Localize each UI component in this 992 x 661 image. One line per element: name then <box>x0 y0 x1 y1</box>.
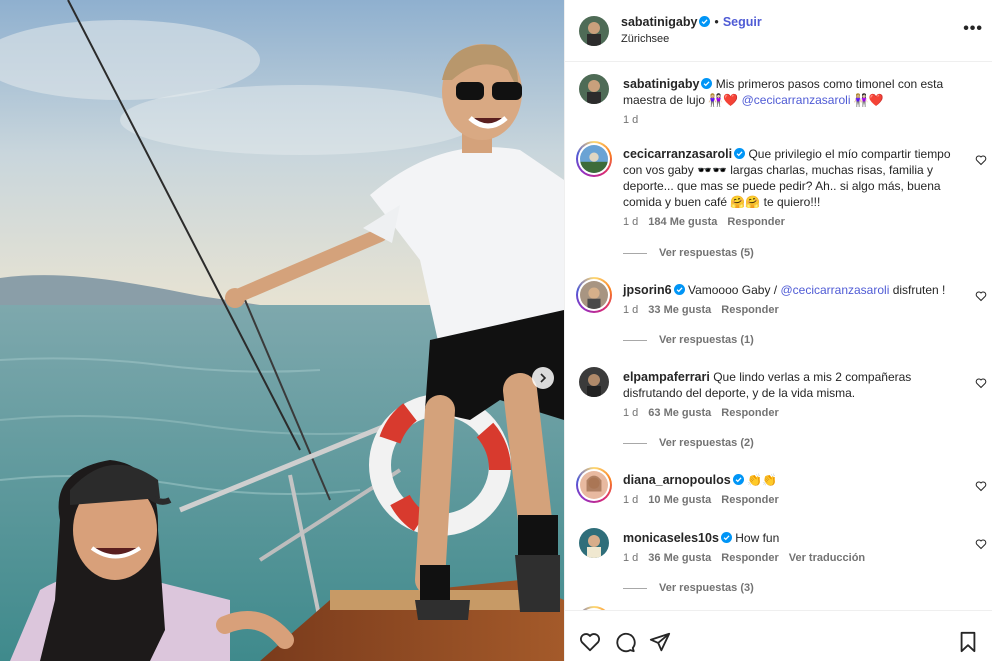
like-comment-icon[interactable] <box>975 290 987 302</box>
next-photo-button[interactable] <box>532 367 554 389</box>
view-replies-label: Ver respuestas (3) <box>659 582 754 594</box>
caption-time: 1 d <box>623 114 639 126</box>
like-comment-icon[interactable] <box>975 480 987 492</box>
like-comment-icon[interactable] <box>975 538 987 550</box>
post-header: sabatinigaby • Seguir Zürichsee ••• <box>565 0 992 62</box>
view-replies-button[interactable]: Ver respuestas (1) <box>623 334 754 346</box>
view-replies-button[interactable]: Ver respuestas (2) <box>623 437 754 449</box>
caption-mention[interactable]: @cecicarranzasaroli <box>742 93 851 107</box>
bookmark-icon[interactable] <box>957 631 979 653</box>
translate-button[interactable]: Ver traducción <box>789 552 865 564</box>
verified-badge-icon <box>673 284 685 295</box>
comment-body-end: disfruten ! <box>889 283 946 297</box>
verified-badge-icon <box>720 532 732 543</box>
caption-body-end: 👩🏼‍🤝‍👩🏻❤️ <box>850 93 884 107</box>
caption-username[interactable]: sabatinigaby <box>623 77 699 91</box>
comment-likes[interactable]: 36 Me gusta <box>648 552 711 564</box>
comment-username[interactable]: cecicarranzasaroli <box>623 147 732 161</box>
verified-badge-icon <box>701 78 713 89</box>
comment-time: 1 d <box>623 304 639 316</box>
comment-time: 1 d <box>623 552 639 564</box>
author-line: sabatinigaby • Seguir <box>621 15 762 29</box>
comment-icon[interactable] <box>614 631 636 653</box>
comment-text: jpsorin6 Vamoooo Gaby / @cecicarranzasar… <box>623 282 953 298</box>
author-username[interactable]: sabatinigaby <box>621 15 697 29</box>
caption-meta: 1 d <box>623 114 648 126</box>
location-link[interactable]: Zürichsee <box>621 33 669 45</box>
view-replies-label: Ver respuestas (1) <box>659 334 754 346</box>
post-side-panel: sabatinigaby • Seguir Zürichsee ••• sabati… <box>564 0 992 661</box>
reply-button[interactable]: Responder <box>721 407 778 419</box>
verified-badge-icon <box>699 16 711 27</box>
reply-button[interactable]: Responder <box>721 494 778 506</box>
comment-meta: 1 d 10 Me gusta Responder <box>623 494 789 506</box>
author-avatar[interactable] <box>579 16 609 46</box>
reply-button[interactable]: Responder <box>721 552 778 564</box>
replies-line <box>623 252 647 254</box>
comment-username[interactable]: jpsorin6 <box>623 283 672 297</box>
like-comment-icon[interactable] <box>975 377 987 389</box>
comment-text: cecicarranzasaroli Que privilegio el mío… <box>623 146 953 210</box>
verified-badge-icon <box>734 148 746 159</box>
replies-line <box>623 339 647 341</box>
post-actions <box>565 610 992 661</box>
comment-meta: 1 d 36 Me gusta Responder Ver traducción <box>623 552 875 564</box>
like-comment-icon[interactable] <box>975 154 987 166</box>
caption-text: sabatinigaby Mis primeros pasos como tim… <box>623 76 953 108</box>
verified-badge-icon <box>732 474 744 485</box>
comment-likes[interactable]: 33 Me gusta <box>648 304 711 316</box>
share-icon[interactable] <box>649 631 671 653</box>
reply-button[interactable]: Responder <box>727 216 784 228</box>
comment-time: 1 d <box>623 494 639 506</box>
commenter-avatar[interactable] <box>576 277 612 313</box>
post-photo <box>0 0 564 661</box>
comment-body: 👏👏 <box>747 473 777 487</box>
view-replies-button[interactable]: Ver respuestas (5) <box>623 247 754 259</box>
comment-username[interactable]: monicaseles10s <box>623 531 719 545</box>
comment-username[interactable]: diana_arnopoulos <box>623 473 731 487</box>
comment-body: How fun <box>735 531 780 545</box>
heart-icon[interactable] <box>579 631 601 653</box>
comment-likes[interactable]: 10 Me gusta <box>648 494 711 506</box>
comment-likes[interactable]: 63 Me gusta <box>648 407 711 419</box>
comment-mention[interactable]: @cecicarranzasaroli <box>780 283 889 297</box>
comment-text: elpampaferrari Que lindo verlas a mis 2 … <box>623 369 953 401</box>
commenter-avatar[interactable] <box>576 141 612 177</box>
view-replies-label: Ver respuestas (2) <box>659 437 754 449</box>
comment-time: 1 d <box>623 407 639 419</box>
comment-meta: 1 d 63 Me gusta Responder <box>623 407 789 419</box>
commenter-avatar[interactable] <box>576 467 612 503</box>
more-options-icon[interactable]: ••• <box>963 20 983 38</box>
reply-button[interactable]: Responder <box>721 304 778 316</box>
view-replies-label: Ver respuestas (5) <box>659 247 754 259</box>
caption-avatar[interactable] <box>579 74 609 104</box>
view-replies-button[interactable]: Ver respuestas (3) <box>623 582 754 594</box>
comment-text: diana_arnopoulos 👏👏 <box>623 472 953 488</box>
comments-list[interactable]: sabatinigaby Mis primeros pasos como tim… <box>565 62 992 610</box>
chevron-right-icon <box>540 373 547 383</box>
replies-line <box>623 442 647 444</box>
comment-time: 1 d <box>623 216 639 228</box>
comment-username[interactable]: elpampaferrari <box>623 370 710 384</box>
comment-body: Vamoooo Gaby / <box>687 283 781 297</box>
commenter-avatar[interactable] <box>579 528 609 558</box>
commenter-avatar[interactable] <box>579 367 609 397</box>
replies-line <box>623 587 647 589</box>
sailing-photo <box>0 0 564 661</box>
comment-meta: 1 d 184 Me gusta Responder <box>623 216 795 228</box>
follow-button[interactable]: Seguir <box>723 15 762 29</box>
comment-meta: 1 d 33 Me gusta Responder <box>623 304 789 316</box>
comment-likes[interactable]: 184 Me gusta <box>648 216 717 228</box>
comment-text: monicaseles10s How fun <box>623 530 953 546</box>
separator-dot: • <box>714 15 719 29</box>
